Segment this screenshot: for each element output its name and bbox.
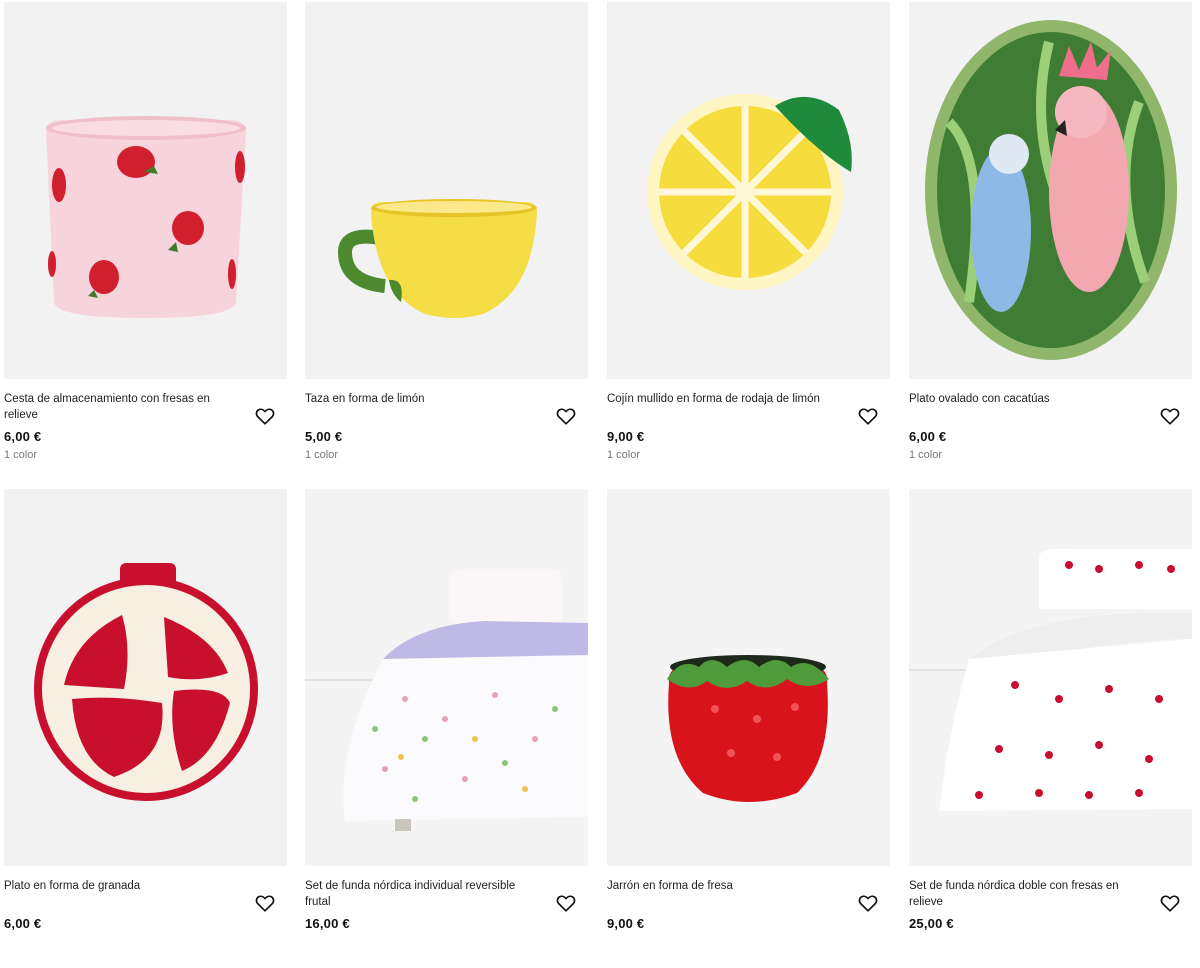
product-price: 6,00 € [909, 429, 947, 444]
heart-outline-icon[interactable] [857, 405, 879, 427]
heart-outline-icon[interactable] [254, 892, 276, 914]
strawberry-basket-image [4, 2, 287, 379]
product-image[interactable] [305, 2, 588, 379]
cockatoo-plate-image [909, 2, 1192, 379]
product-colors: 1 color [607, 449, 641, 461]
product-name[interactable]: Set de funda nórdica doble con fresas en… [909, 878, 1139, 910]
product-image[interactable] [607, 489, 890, 866]
product-name[interactable]: Set de funda nórdica individual reversib… [305, 878, 535, 910]
heart-outline-icon[interactable] [857, 892, 879, 914]
strawberry-duvet-image [909, 489, 1192, 866]
strawberry-vase-image [607, 489, 890, 866]
product-image[interactable] [909, 489, 1192, 866]
product-colors: 1 color [909, 449, 943, 461]
product-image[interactable] [4, 489, 287, 866]
product-price: 9,00 € [607, 916, 645, 931]
product-name[interactable]: Taza en forma de limón [305, 391, 535, 407]
product-name[interactable]: Jarrón en forma de fresa [607, 878, 837, 894]
product-price: 6,00 € [4, 429, 42, 444]
product-image[interactable] [4, 2, 287, 379]
product-image[interactable] [305, 489, 588, 866]
product-price: 16,00 € [305, 916, 350, 931]
product-price: 25,00 € [909, 916, 954, 931]
product-name[interactable]: Cesta de almacenamiento con fresas en re… [4, 391, 234, 423]
product-colors: 1 color [4, 449, 38, 461]
product-price: 9,00 € [607, 429, 645, 444]
heart-outline-icon[interactable] [555, 892, 577, 914]
product-grid: Cesta de almacenamiento con fresas en re… [0, 0, 1200, 931]
heart-outline-icon[interactable] [555, 405, 577, 427]
product-colors: 1 color [305, 449, 339, 461]
product-name[interactable]: Cojín mullido en forma de rodaja de limó… [607, 391, 837, 407]
lemon-cushion-image [607, 2, 890, 379]
pomegranate-plate-image [4, 489, 287, 866]
product-image[interactable] [909, 2, 1192, 379]
heart-outline-icon[interactable] [1159, 405, 1181, 427]
product-price: 5,00 € [305, 429, 343, 444]
product-name[interactable]: Plato en forma de granada [4, 878, 234, 894]
lemon-mug-image [305, 2, 588, 379]
fruit-duvet-image [305, 489, 588, 866]
product-price: 6,00 € [4, 916, 42, 931]
product-name[interactable]: Plato ovalado con cacatúas [909, 391, 1139, 407]
heart-outline-icon[interactable] [1159, 892, 1181, 914]
heart-outline-icon[interactable] [254, 405, 276, 427]
product-image[interactable] [607, 2, 890, 379]
